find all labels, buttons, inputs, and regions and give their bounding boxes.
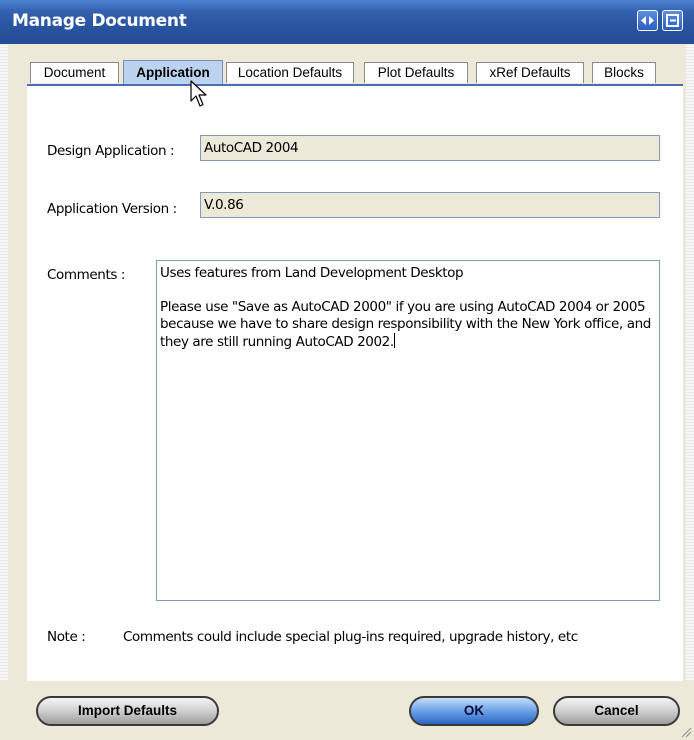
text-caret [393,333,395,348]
title-bar[interactable]: Manage Document [0,0,694,44]
ok-button[interactable]: OK [409,696,539,726]
collapse-arrows-icon[interactable] [637,10,658,31]
button-bar: Import Defaults OK Cancel [0,681,694,740]
window-title: Manage Document [12,11,187,31]
comments-text: Uses features from Land Development Desk… [160,265,651,350]
manage-document-window: Manage Document Document Application Loc… [0,0,694,740]
import-defaults-button[interactable]: Import Defaults [36,696,219,726]
tab-plot-defaults[interactable]: Plot Defaults [364,62,468,83]
cancel-button[interactable]: Cancel [553,696,680,726]
tab-document[interactable]: Document [30,62,119,83]
tab-bar: Document Application Location Defaults P… [26,60,666,85]
application-version-label: Application Version : [47,201,177,217]
design-application-label: Design Application : [47,143,175,159]
tab-blocks[interactable]: Blocks [592,62,656,83]
tab-xref-defaults[interactable]: xRef Defaults [476,62,584,83]
application-version-field[interactable]: V.0.86 [200,192,660,218]
resize-grip-icon[interactable] [680,726,692,738]
left-border [0,44,8,681]
tab-location-defaults[interactable]: Location Defaults [226,62,354,83]
restore-window-icon[interactable] [662,10,683,31]
note-label: Note : [47,629,86,645]
design-application-field[interactable]: AutoCAD 2004 [200,135,660,161]
right-border [686,44,694,681]
mouse-pointer-icon [190,80,207,107]
note-text: Comments could include special plug-ins … [123,629,578,645]
application-panel: Design Application : AutoCAD 2004 Applic… [27,84,683,681]
comments-textarea[interactable]: Uses features from Land Development Desk… [156,260,660,601]
comments-label: Comments : [47,267,126,283]
